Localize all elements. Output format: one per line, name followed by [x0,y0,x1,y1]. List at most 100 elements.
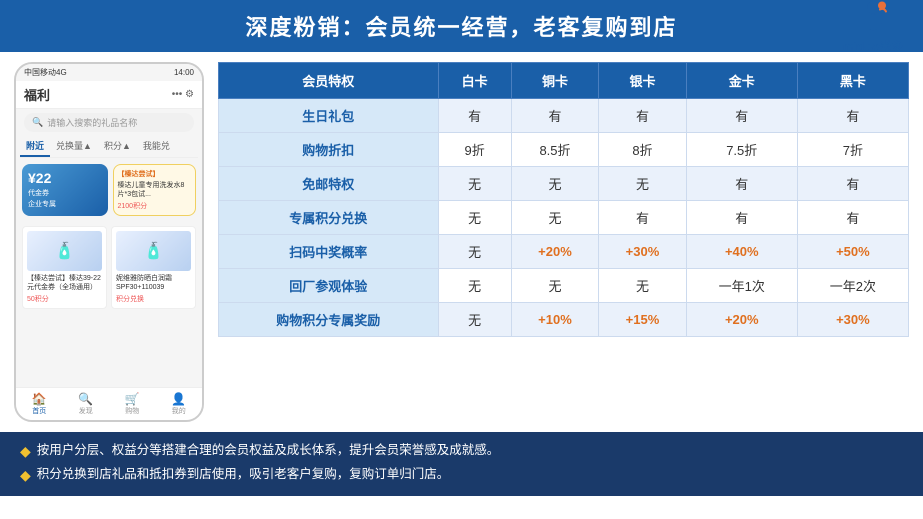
table-header-row: 会员特权 白卡 铜卡 银卡 金卡 黑卡 [219,63,909,99]
table-row: 免邮特权无无无有有 [219,167,909,201]
cell-yin: 无 [599,167,686,201]
cell-hei: 7折 [797,133,908,167]
cell-hei: +50% [797,235,908,269]
phone-tab-points[interactable]: 积分▲ [98,136,137,157]
phone-status-bar: 中国移动4G 14:00 [16,64,202,81]
phone-tab-available[interactable]: 我能兑 [137,136,176,157]
cell-bai: 无 [438,303,511,337]
cell-hei: +30% [797,303,908,337]
cell-feature: 免邮特权 [219,167,439,201]
cell-bai: 有 [438,99,511,133]
cell-tong: 无 [511,269,598,303]
bullet-icon-2: ◆ [20,464,31,488]
carrier-signal: 中国移动4G [24,67,67,78]
cell-feature: 扫码中奖概率 [219,235,439,269]
table-row: 购物积分专属奖励无+10%+15%+20%+30% [219,303,909,337]
phone-nav-discover[interactable]: 🔍 发现 [78,392,93,416]
table-row: 扫码中奖概率无+20%+30%+40%+50% [219,235,909,269]
discover-icon: 🔍 [78,392,93,406]
cell-feature: 生日礼包 [219,99,439,133]
phone-header-title: 福利 [24,85,50,104]
home-icon: 🏠 [32,392,47,406]
phone-cards: ¥22 代金券 企业专属 【榛达尝试】 榛达儿童专用洗发水8片*3包试... 2… [16,158,202,222]
cell-tong: 有 [511,99,598,133]
midoo-logo-icon [854,0,892,36]
nav-label-discover: 发现 [79,406,93,416]
page-title: 深度粉销：会员统一经营，老客复购到店 [245,15,677,40]
phone-search-bar[interactable]: 🔍 请输入搜索的礼品名称 [24,113,194,132]
shop-icon: 🛒 [125,392,140,406]
cell-yin: +15% [599,303,686,337]
cell-tong: +10% [511,303,598,337]
main-content: 中国移动4G 14:00 福利 ••• ⚙ 🔍 请输入搜索的礼品名称 附近 兑换… [0,52,923,432]
nav-label-mine: 我的 [172,406,186,416]
cell-yin: +30% [599,235,686,269]
cell-jin: 7.5折 [686,133,797,167]
cell-jin: 有 [686,167,797,201]
col-header-hei: 黑卡 [797,63,908,99]
cell-yin: 有 [599,201,686,235]
cell-tong: +20% [511,235,598,269]
phone-header: 福利 ••• ⚙ [16,81,202,109]
cell-feature: 回厂参观体验 [219,269,439,303]
phone-nav-mine[interactable]: 👤 我的 [171,392,186,416]
table-row: 购物折扣9折8.5折8折7.5折7折 [219,133,909,167]
cell-bai: 无 [438,269,511,303]
product-title-1: 【榛达尝试】榛达39-22元代金券（全场通用） [27,274,102,292]
cell-bai: 无 [438,235,511,269]
cell-tong: 8.5折 [511,133,598,167]
footer-item-2: ◆ 积分兑换到店礼品和抵扣券到店使用，吸引老客户复购，复购订单归门店。 [20,464,903,488]
cell-bai: 无 [438,167,511,201]
product-item-1[interactable]: 🧴 【榛达尝试】榛达39-22元代金券（全场通用） 50积分 [22,226,107,309]
col-header-tong: 铜卡 [511,63,598,99]
table-row: 回厂参观体验无无无一年1次一年2次 [219,269,909,303]
table-row: 生日礼包有有有有有 [219,99,909,133]
cell-jin: 有 [686,201,797,235]
coupon-subtitle: 代金券 [28,188,102,198]
cell-bai: 无 [438,201,511,235]
cell-jin: 有 [686,99,797,133]
phone-products-grid: 🧴 【榛达尝试】榛达39-22元代金券（全场通用） 50积分 🧴 妮维雅防晒白润… [16,222,202,313]
cell-yin: 8折 [599,133,686,167]
cell-hei: 一年2次 [797,269,908,303]
logo-text: midoo米多 [843,38,903,55]
logo-area: midoo米多 [843,0,903,55]
phone-nav-shop[interactable]: 🛒 购物 [125,392,140,416]
nav-label-home: 首页 [32,406,46,416]
cell-hei: 有 [797,201,908,235]
col-header-feature: 会员特权 [219,63,439,99]
cell-jin: +20% [686,303,797,337]
phone-coupon-card: ¥22 代金券 企业专属 [22,164,108,216]
product-img-1: 🧴 [27,231,102,271]
cell-jin: +40% [686,235,797,269]
cell-hei: 有 [797,167,908,201]
phone-tab-nearby[interactable]: 附近 [20,136,50,157]
table-row: 专属积分兑换无无有有有 [219,201,909,235]
phone-product-card: 【榛达尝试】 榛达儿童专用洗发水8片*3包试... 2100积分 [113,164,197,216]
phone-mockup: 中国移动4G 14:00 福利 ••• ⚙ 🔍 请输入搜索的礼品名称 附近 兑换… [14,62,204,422]
card2-points: 2100积分 [118,201,192,211]
product-item-2[interactable]: 🧴 妮维雅防晒白润霜 SPF30+110039 积分兑换 [111,226,196,309]
phone-nav-home[interactable]: 🏠 首页 [32,392,47,416]
footer-text-1: 按用户分层、权益分等搭建合理的会员权益及成长体系，提升会员荣誉感及成就感。 [37,440,500,461]
col-header-bai: 白卡 [438,63,511,99]
membership-table-area: 会员特权 白卡 铜卡 银卡 金卡 黑卡 生日礼包有有有有有购物折扣9折8.5折8… [218,62,909,432]
cell-yin: 无 [599,269,686,303]
table-body: 生日礼包有有有有有购物折扣9折8.5折8折7.5折7折免邮特权无无无有有专属积分… [219,99,909,337]
search-icon: 🔍 [32,117,43,128]
cell-feature: 购物折扣 [219,133,439,167]
cell-bai: 9折 [438,133,511,167]
nav-label-shop: 购物 [125,406,139,416]
cell-feature: 专属积分兑换 [219,201,439,235]
footer-text-2: 积分兑换到店礼品和抵扣券到店使用，吸引老客户复购，复购订单归门店。 [37,464,450,485]
cell-hei: 有 [797,99,908,133]
cell-tong: 无 [511,167,598,201]
card2-badge: 【榛达尝试】 [118,169,192,179]
mine-icon: 👤 [171,392,186,406]
card2-title: 榛达儿童专用洗发水8片*3包试... [118,181,192,199]
product-img-2: 🧴 [116,231,191,271]
phone-tab-exchange[interactable]: 兑换量▲ [50,136,98,157]
bullet-icon-1: ◆ [20,440,31,464]
product-title-2: 妮维雅防晒白润霜 SPF30+110039 [116,274,191,292]
phone-tabs: 附近 兑换量▲ 积分▲ 我能兑 [20,136,198,158]
